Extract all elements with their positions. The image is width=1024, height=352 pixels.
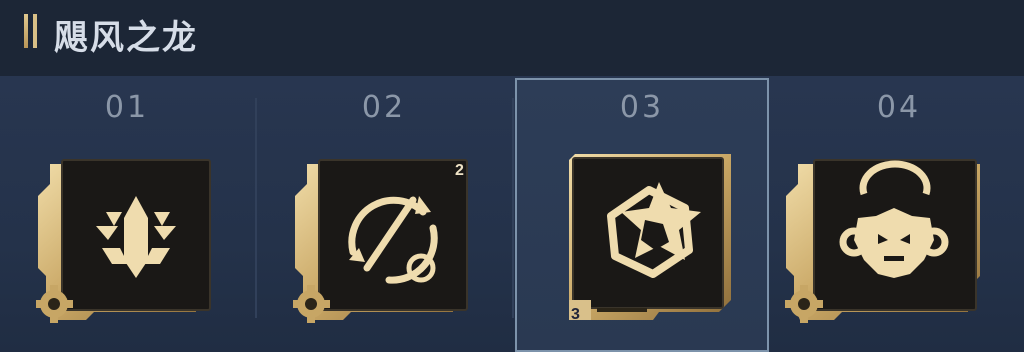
skill-slot-02[interactable]: 02 2 [257, 78, 511, 352]
slot-number: 02 [361, 90, 407, 125]
panel-header: 飓风之龙 [0, 0, 1024, 76]
skill-card[interactable] [36, 156, 216, 328]
skill-slot-03-selected[interactable]: 03 3 [515, 78, 769, 352]
skill-slot-04[interactable]: 04 [772, 78, 1024, 352]
panel-title: 飓风之龙 [54, 18, 198, 58]
skill-card[interactable] [293, 156, 473, 328]
skill-card[interactable] [563, 150, 739, 326]
slot-divider [512, 98, 514, 318]
slot-number: 04 [876, 90, 922, 125]
level-indicator: 3 [571, 306, 580, 323]
slot-number: 03 [619, 90, 665, 125]
skill-slot-01[interactable]: 01 [0, 78, 254, 352]
corner-badge: 2 [455, 162, 464, 179]
skill-card[interactable] [784, 156, 980, 328]
slot-number: 01 [104, 90, 150, 125]
header-accent-bar [24, 14, 28, 48]
